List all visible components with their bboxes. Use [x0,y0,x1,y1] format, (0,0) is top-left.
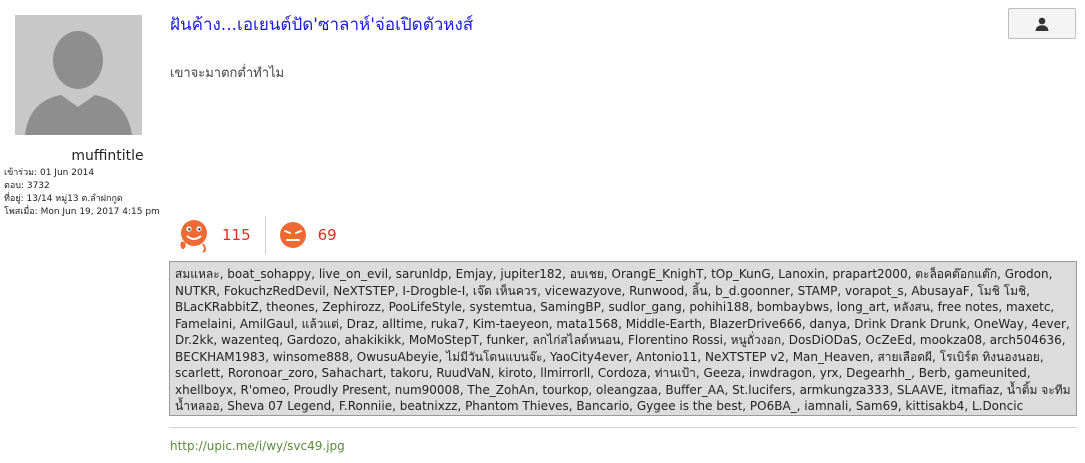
like-reaction[interactable]: 115 [176,217,251,253]
dislike-reaction[interactable]: 69 [278,220,337,250]
reaction-divider [264,216,266,254]
post-divider [169,427,1077,428]
join-date: เข้าร่วม: 01 Jun 2014 [4,168,95,178]
user-info: เข้าร่วม: 01 Jun 2014 ตอบ: 3732 ที่อยู่:… [4,167,164,219]
like-count: 115 [222,226,251,244]
dislike-count: 69 [317,226,337,244]
reaction-bar: 115 69 [176,215,337,255]
user-avatar[interactable] [15,15,142,135]
post-body: เขาจะมาตกต่ำทำไม [170,66,285,81]
post-count: ตอบ: 3732 [4,181,50,191]
angry-face-icon [279,222,306,248]
post-title[interactable]: ฝันค้าง...เอเยนต์ปัด'ซาลาห์'จ่อเปิดตัวหง… [170,11,473,38]
posted-time: โพสเมื่อ: Mon Jun 19, 2017 4:15 pm [4,207,160,217]
default-user-avatar-icon [15,15,142,135]
happy-face-icon [179,220,207,253]
user-location: ที่อยู่: 13/14 หมู่13 ต.ลำฝกกูด [4,194,123,204]
post-link[interactable]: http://upic.me/i/wy/svc49.jpg [170,439,345,453]
user-icon [1035,17,1049,31]
username[interactable]: muffintitle [15,148,200,164]
profile-button[interactable] [1008,8,1076,39]
reactor-list: สมแหละ, boat_sohappy, live_on_evil, saru… [169,261,1077,416]
